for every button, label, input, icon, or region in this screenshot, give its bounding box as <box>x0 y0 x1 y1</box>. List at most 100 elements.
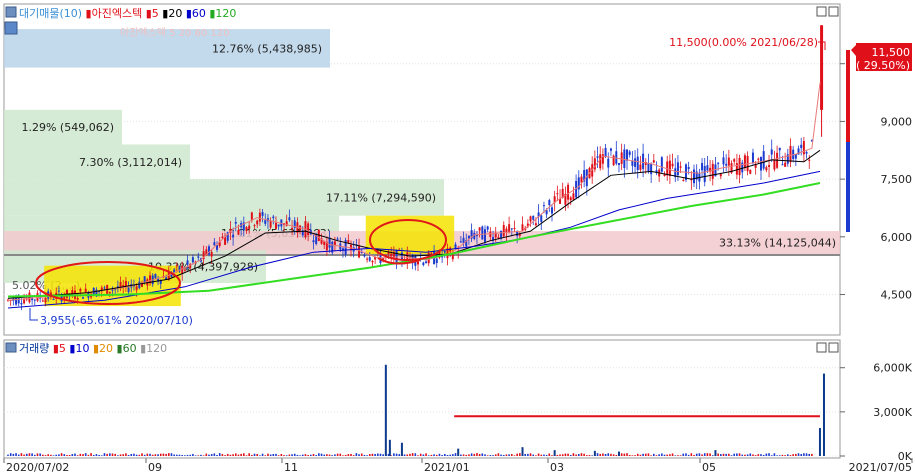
volume-bar <box>216 454 218 456</box>
candle-body <box>545 210 548 215</box>
candle-body <box>291 227 294 230</box>
stock-chart[interactable]: 12.76% (5,438,985) 1.29% (549,062) 7.30% (… <box>0 0 916 475</box>
volume-minimize-button[interactable] <box>816 342 827 353</box>
volume-bar <box>642 453 644 456</box>
volume-bar <box>100 455 103 456</box>
volume-bar <box>280 453 283 456</box>
volume-bar <box>267 453 269 456</box>
volume-bar <box>7 454 9 456</box>
candle-body <box>762 151 765 169</box>
zoom-icon[interactable] <box>4 21 18 35</box>
candle-body <box>371 260 374 263</box>
candle-body <box>532 215 535 220</box>
volume-bar <box>811 453 813 456</box>
volume-bar <box>363 454 366 456</box>
candle-body <box>636 156 639 170</box>
candle-body <box>422 262 425 266</box>
volume-profile-label: 33.13% (14,125,044) <box>719 237 836 250</box>
volume-bar <box>87 454 90 456</box>
x-tick-label: 03 <box>550 461 564 474</box>
candle-body <box>363 254 366 257</box>
candle-body <box>264 220 267 224</box>
candle-body <box>20 302 23 305</box>
candle-body <box>425 261 428 264</box>
volume-bar <box>736 453 738 456</box>
volume-bar <box>661 453 663 456</box>
volume-bar <box>109 453 111 456</box>
volume-bar <box>776 455 778 456</box>
volume-bar <box>639 454 642 456</box>
candle-body <box>111 289 114 291</box>
volume-bar <box>336 453 339 456</box>
volume-bar <box>323 454 326 456</box>
volume-bar <box>808 453 811 456</box>
y-tick-label: 4,500 <box>881 289 913 302</box>
candle-body <box>358 246 361 258</box>
volume-bar <box>607 453 610 456</box>
volume-menu-icon[interactable] <box>5 342 17 353</box>
volume-spike <box>714 450 717 456</box>
volume-bar <box>232 454 234 456</box>
y-tick-label: 6,000K <box>873 362 912 375</box>
volume-bar <box>114 453 116 456</box>
volume-bar <box>634 455 636 456</box>
candle-body <box>33 299 36 301</box>
candle-body <box>15 297 18 305</box>
volume-bar <box>275 453 277 456</box>
candle-body <box>443 251 446 253</box>
volume-bar <box>98 454 100 456</box>
candle-body <box>333 241 336 246</box>
volume-bar <box>516 453 518 456</box>
volume-bar <box>449 454 451 456</box>
candle-body <box>63 296 66 299</box>
volume-bar <box>623 453 626 456</box>
volume-bar <box>173 454 175 456</box>
volume-bar <box>42 454 44 456</box>
volume-bar <box>20 453 23 456</box>
candle-body <box>250 212 253 220</box>
volume-spike <box>617 451 620 456</box>
volume-bar <box>773 453 776 456</box>
y-tick-label: 3,000K <box>873 406 912 419</box>
candle-body <box>478 227 481 231</box>
volume-bar <box>527 453 529 456</box>
volume-legend: 거래량 ▮5 ▮10 ▮20 ▮60 ▮120 <box>5 342 167 355</box>
candle-body <box>693 169 696 184</box>
candle-body <box>671 163 674 167</box>
volume-bar <box>663 454 666 456</box>
candle-body <box>486 226 489 230</box>
candle-body <box>76 298 79 300</box>
volume-bar <box>339 453 342 456</box>
volume-bar <box>805 453 808 456</box>
volume-bar <box>532 454 535 456</box>
volume-bar <box>484 454 486 456</box>
volume-bar <box>39 453 41 456</box>
volume-bar <box>253 453 256 456</box>
volume-bar <box>476 453 478 456</box>
chart-menu-icon[interactable] <box>5 6 17 18</box>
volume-panel-frame <box>3 339 841 459</box>
candle-body <box>550 207 553 214</box>
volume-bar <box>360 453 363 456</box>
volume-bar <box>580 453 583 456</box>
candle-body <box>773 159 776 170</box>
volume-bar <box>626 453 628 456</box>
volume-bar <box>202 455 205 456</box>
candle-body <box>794 154 797 159</box>
close-button[interactable] <box>828 6 839 17</box>
volume-bar <box>68 455 71 456</box>
volume-bar <box>15 453 17 456</box>
legend-item: ▮아진엑스텍 <box>82 7 142 20</box>
volume-bar <box>162 453 165 456</box>
minimize-button[interactable] <box>816 6 827 17</box>
candle-body <box>660 157 663 172</box>
volume-bar <box>620 453 623 456</box>
volume-close-button[interactable] <box>828 342 839 353</box>
volume-bar <box>272 453 275 456</box>
candle-body <box>676 162 679 176</box>
volume-bar <box>537 453 540 456</box>
candle-body <box>272 216 275 219</box>
volume-bar <box>125 453 127 456</box>
candle-body <box>687 166 690 170</box>
volume-bar <box>218 453 221 456</box>
